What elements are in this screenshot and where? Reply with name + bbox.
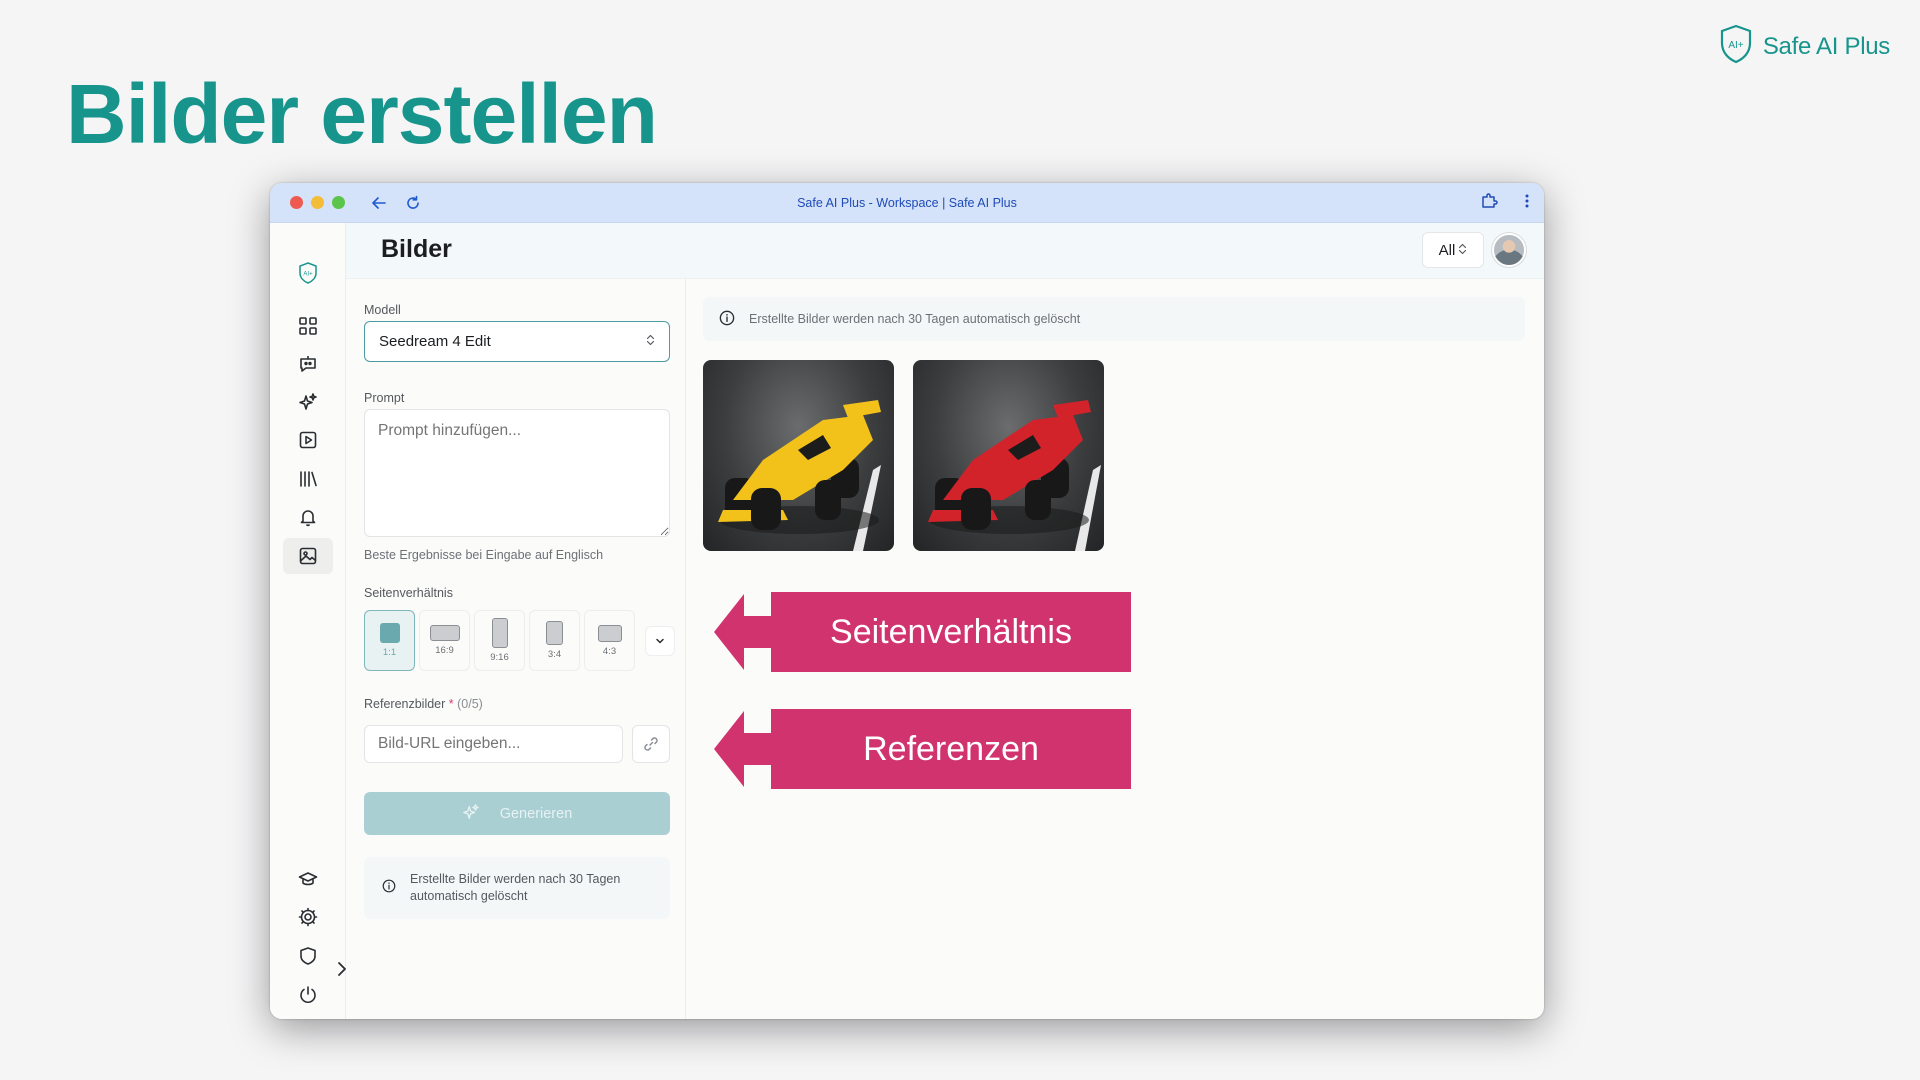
ratio-label: Seitenverhältnis	[364, 586, 453, 600]
model-select[interactable]: Seedream 4 Edit	[364, 321, 670, 362]
grid-icon[interactable]	[283, 308, 333, 344]
gallery-deletion-notice: Erstellte Bilder werden nach 30 Tagen au…	[703, 297, 1525, 341]
sparkles-icon	[462, 803, 480, 825]
chat-bot-icon[interactable]	[283, 346, 333, 382]
filter-select[interactable]: All	[1422, 232, 1484, 268]
library-icon[interactable]	[283, 461, 333, 497]
model-value: Seedream 4 Edit	[379, 333, 491, 350]
back-arrow-icon[interactable]	[371, 195, 387, 211]
prompt-label: Prompt	[364, 391, 405, 405]
chevron-updown-icon	[646, 333, 655, 350]
page-header: Bilder All	[346, 223, 1544, 279]
generate-button[interactable]: Generieren	[364, 792, 670, 835]
reference-label: Referenzbilder * (0/5)	[364, 697, 483, 711]
svg-text:AI+: AI+	[303, 272, 313, 278]
minimize-window-button[interactable]	[311, 196, 324, 209]
play-square-icon[interactable]	[283, 422, 333, 458]
svg-text:AI+: AI+	[1728, 40, 1743, 51]
deletion-notice: Erstellte Bilder werden nach 30 Tagen au…	[364, 857, 670, 919]
shield-logo-icon: AI+	[1719, 24, 1753, 69]
info-icon	[382, 879, 396, 898]
reload-icon[interactable]	[405, 195, 421, 211]
ratio-options: 1:1 16:9 9:16 3:4 4:3	[364, 610, 675, 671]
ratio-option-9-16[interactable]: 9:16	[474, 610, 525, 671]
generate-label: Generieren	[499, 805, 573, 822]
ratio-option-4-3[interactable]: 4:3	[584, 610, 635, 671]
reference-count: (0/5)	[457, 697, 483, 711]
generation-form: Modell Seedream 4 Edit Prompt Beste Erge…	[346, 279, 686, 1019]
shield-icon[interactable]	[283, 938, 333, 974]
maximize-window-button[interactable]	[332, 196, 345, 209]
graduation-cap-icon[interactable]	[283, 861, 333, 897]
sidebar: AI+	[270, 223, 346, 1019]
model-label: Modell	[364, 303, 401, 317]
filter-value: All	[1438, 241, 1456, 259]
gear-icon[interactable]	[283, 899, 333, 935]
page-title: Bilder	[381, 235, 452, 263]
reference-url-input[interactable]	[364, 725, 623, 763]
generated-image-red-car[interactable]	[913, 360, 1104, 551]
image-icon[interactable]	[283, 538, 333, 574]
bell-icon[interactable]	[283, 499, 333, 535]
brand-name: Safe AI Plus	[1762, 32, 1890, 60]
prompt-hint: Beste Ergebnisse bei Eingabe auf Englisc…	[364, 548, 604, 562]
sparkles-icon[interactable]	[283, 384, 333, 420]
ratio-option-1-1[interactable]: 1:1	[364, 610, 415, 671]
chevron-updown-icon	[1458, 242, 1467, 259]
more-vertical-icon[interactable]	[1524, 193, 1530, 214]
more-ratios-chevron-down-icon[interactable]	[645, 625, 675, 656]
power-icon[interactable]	[283, 977, 333, 1013]
slide-title: Bilder erstellen	[66, 67, 658, 161]
extension-icon[interactable]	[1480, 192, 1498, 215]
brand-logo: AI+ Safe AI Plus	[1719, 24, 1890, 69]
title-bar: Safe AI Plus - Workspace | Safe AI Plus	[270, 183, 1544, 223]
user-avatar[interactable]	[1492, 233, 1526, 267]
link-icon[interactable]	[632, 725, 670, 763]
generated-image-yellow-car[interactable]	[703, 360, 894, 551]
required-marker: *	[448, 697, 454, 711]
window-title: Safe AI Plus - Workspace | Safe AI Plus	[797, 196, 1017, 210]
app-logo-icon[interactable]: AI+	[283, 255, 333, 291]
prompt-input[interactable]	[364, 409, 670, 537]
close-window-button[interactable]	[290, 196, 303, 209]
ratio-option-16-9[interactable]: 16:9	[419, 610, 470, 671]
ratio-option-3-4[interactable]: 3:4	[529, 610, 580, 671]
info-icon	[719, 310, 735, 329]
